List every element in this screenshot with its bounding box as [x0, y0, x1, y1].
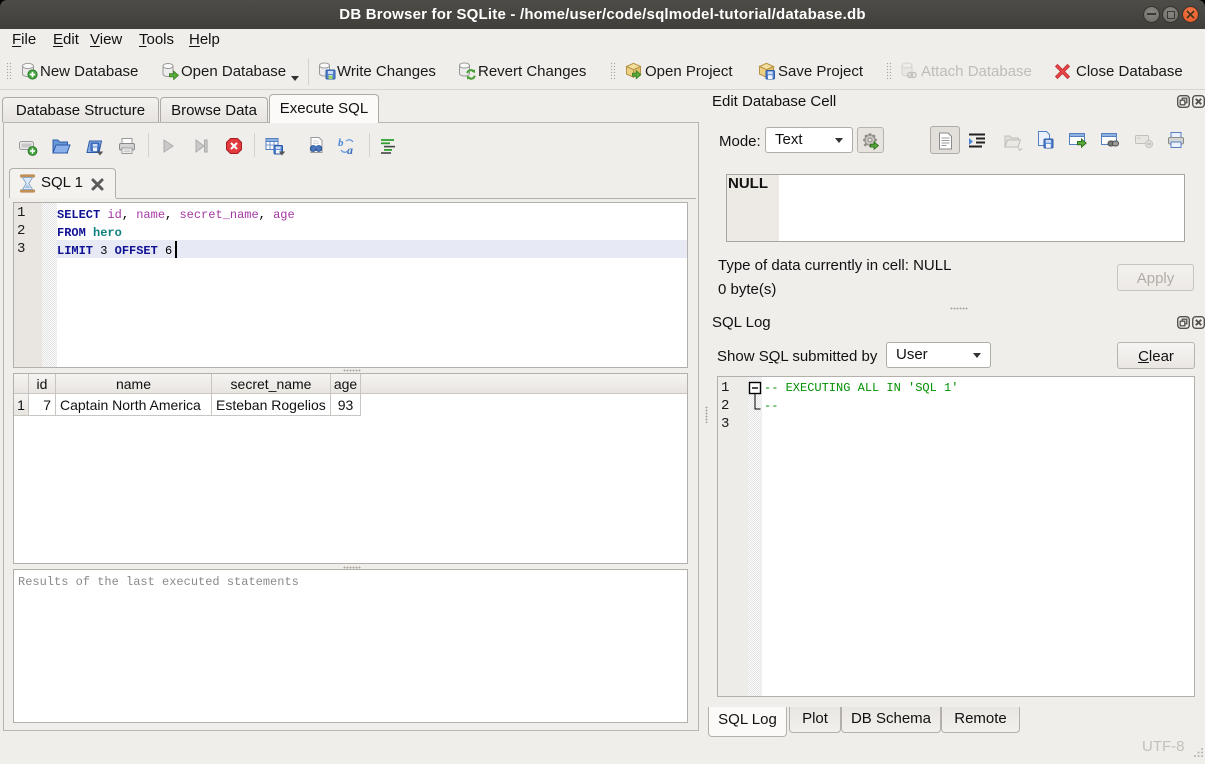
- svg-text:b: b: [338, 137, 344, 149]
- svg-text:a: a: [347, 143, 353, 156]
